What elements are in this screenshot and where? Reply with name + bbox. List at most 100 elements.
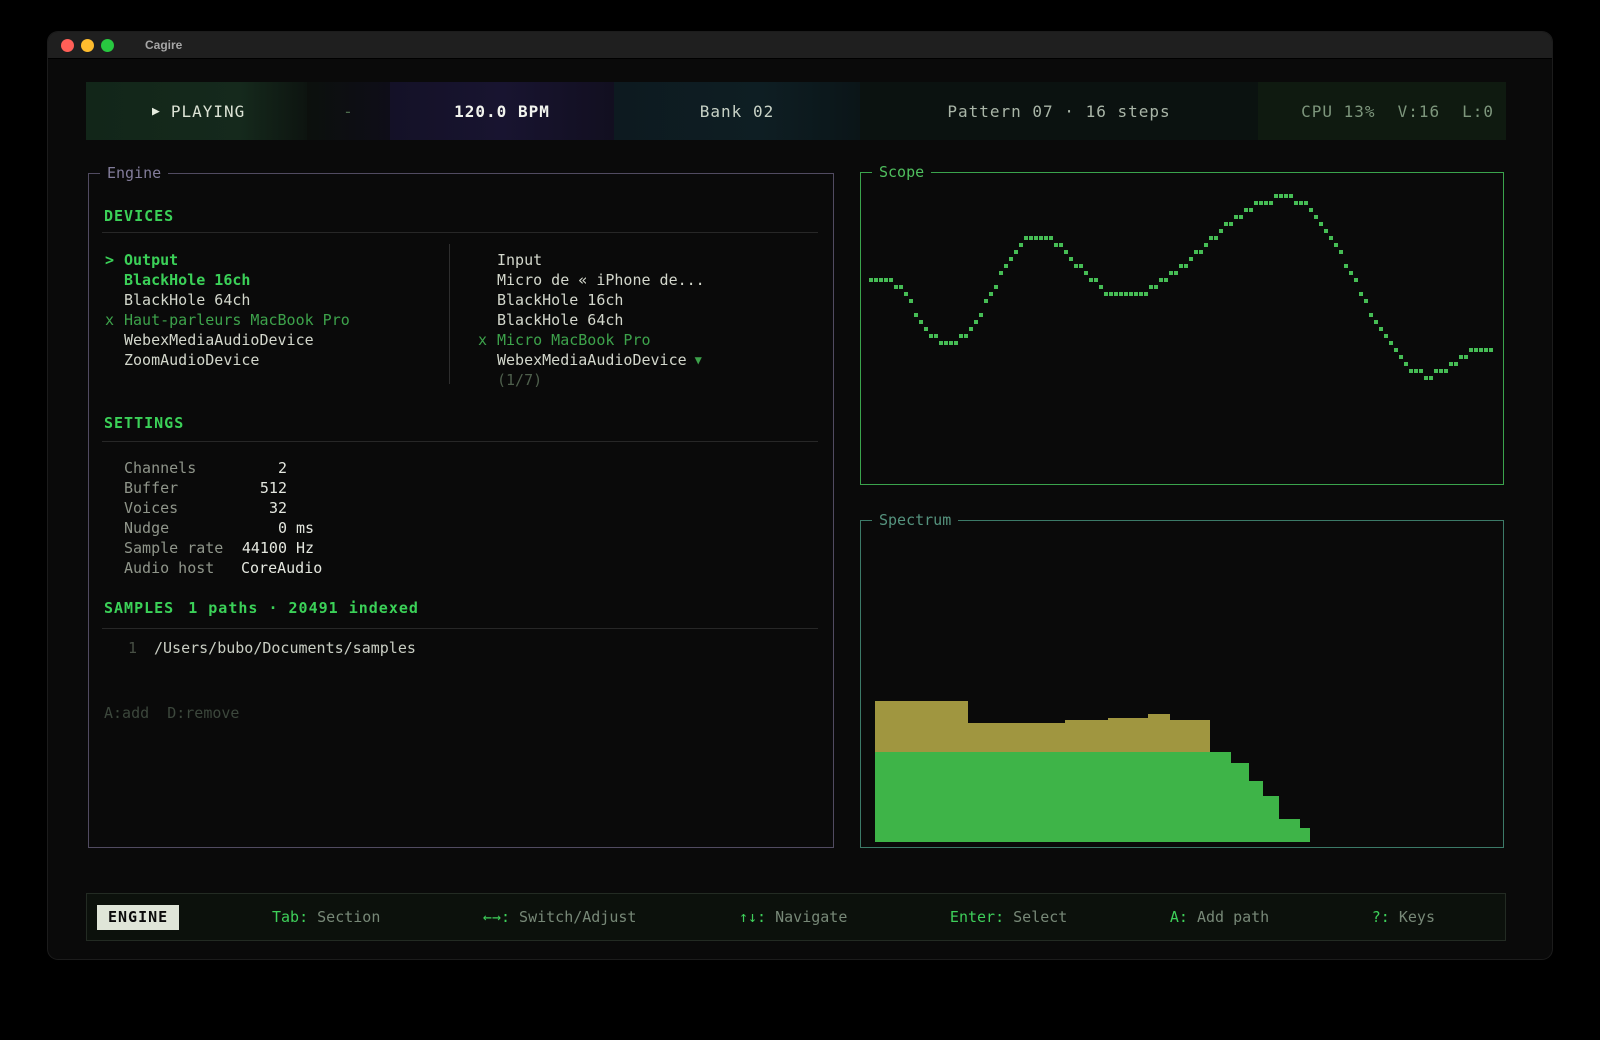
device-item[interactable]: BlackHole 64ch: [105, 290, 450, 310]
samples-summary: 1 paths · 20491 indexed: [188, 599, 419, 617]
device-active-marker: [478, 310, 497, 330]
hint-key: Tab:: [272, 908, 308, 926]
spectrum-green-band: [1230, 763, 1249, 842]
device-active-marker: [105, 270, 124, 290]
selection-caret: >: [105, 250, 124, 270]
spectrum-green-band: [1065, 752, 1108, 842]
setting-row[interactable]: Buffer512: [124, 478, 544, 498]
device-item[interactable]: Micro de « iPhone de...: [478, 270, 823, 290]
setting-row[interactable]: Audio hostCoreAudio: [124, 558, 544, 578]
traffic-lights: [48, 39, 121, 52]
key-hint: A: Add path: [1170, 908, 1269, 926]
samples-heading-row: SAMPLES 1 paths · 20491 indexed: [104, 599, 419, 617]
zoom-window-button[interactable]: [101, 39, 114, 52]
spectrum-olive-band: [875, 701, 968, 752]
voice-count: V:16: [1398, 102, 1441, 121]
scope-waveform: [861, 173, 1503, 484]
hint-key: ↑↓:: [739, 908, 766, 926]
spectrum-olive-band: [967, 723, 1066, 752]
input-column-header[interactable]: Input: [478, 250, 823, 270]
device-active-marker: [478, 290, 497, 310]
device-item[interactable]: BlackHole 16ch: [105, 270, 450, 290]
scroll-down-icon: ▼: [695, 350, 702, 370]
device-item[interactable]: xMicro MacBook Pro: [478, 330, 823, 350]
setting-row[interactable]: Voices32: [124, 498, 544, 518]
output-device-list: >OutputBlackHole 16chBlackHole 64chxHaut…: [105, 250, 450, 370]
path-text: /Users/bubo/Documents/samples: [154, 639, 416, 657]
samples-heading: SAMPLES: [104, 599, 174, 617]
setting-value: 2: [241, 458, 287, 478]
hint-label: Add path: [1188, 908, 1269, 926]
hint-label: Keys: [1390, 908, 1435, 926]
device-item[interactable]: WebexMediaAudioDevice ▼: [478, 350, 823, 370]
mode-badge: ENGINE: [97, 905, 179, 930]
device-item[interactable]: ZoomAudioDevice: [105, 350, 450, 370]
spectrum-green-band: [1263, 796, 1279, 842]
device-active-marker: [105, 290, 124, 310]
transport-status-label: PLAYING: [171, 102, 245, 121]
spectrum-green-band: [1170, 752, 1210, 842]
minimize-window-button[interactable]: [81, 39, 94, 52]
devices-divider: [102, 232, 818, 233]
spectrum-olive-band: [1148, 714, 1170, 752]
spectrum-green-band: [1300, 828, 1310, 842]
close-window-button[interactable]: [61, 39, 74, 52]
key-hint: Enter: Select: [950, 908, 1067, 926]
bank-display: Bank 02: [614, 82, 860, 140]
device-item[interactable]: BlackHole 16ch: [478, 290, 823, 310]
output-column-header[interactable]: >Output: [105, 250, 450, 270]
hint-key: ←→:: [483, 908, 510, 926]
device-active-marker: x: [478, 330, 497, 350]
status-bar: ENGINE Tab: Section←→: Switch/Adjust↑↓: …: [86, 893, 1506, 941]
device-active-marker: x: [105, 310, 124, 330]
setting-value: 512: [241, 478, 287, 498]
settings-divider: [102, 441, 818, 442]
setting-value: 32: [241, 498, 287, 518]
device-item[interactable]: xHaut-parleurs MacBook Pro: [105, 310, 450, 330]
app-window: Cagire ▶ PLAYING - 120.0 BPM Bank 02 Pat…: [48, 32, 1552, 959]
device-active-marker: [478, 270, 497, 290]
setting-label: Sample rate: [124, 538, 241, 558]
hint-label: Navigate: [766, 908, 847, 926]
setting-row[interactable]: Channels2: [124, 458, 544, 478]
setting-row[interactable]: Sample rate44100Hz: [124, 538, 544, 558]
device-item[interactable]: BlackHole 64ch: [478, 310, 823, 330]
device-name: WebexMediaAudioDevice: [124, 330, 314, 350]
spectrum-olive-band: [1108, 718, 1148, 752]
engine-panel: Engine DEVICES >OutputBlackHole 16chBlac…: [88, 173, 834, 848]
setting-value: 0: [241, 518, 287, 538]
setting-label: Nudge: [124, 518, 241, 538]
setting-unit: Hz: [296, 538, 314, 558]
key-hint: Tab: Section: [272, 908, 380, 926]
device-name: WebexMediaAudioDevice: [497, 350, 687, 370]
spectrum-green-band: [1279, 819, 1300, 842]
device-item[interactable]: WebexMediaAudioDevice: [105, 330, 450, 350]
settings-list: Channels2Buffer512Voices32Nudge0msSample…: [124, 458, 544, 578]
device-columns-divider: [449, 244, 450, 384]
input-device-list: InputMicro de « iPhone de...BlackHole 16…: [478, 250, 823, 390]
hint-key: ?:: [1372, 908, 1390, 926]
sample-path-row[interactable]: 1/Users/bubo/Documents/samples: [128, 639, 416, 657]
path-index: 1: [128, 639, 154, 657]
device-name: Micro MacBook Pro: [497, 330, 651, 350]
spectrum-panel: Spectrum: [860, 520, 1504, 848]
device-name: BlackHole 16ch: [497, 290, 623, 310]
device-name: BlackHole 16ch: [124, 270, 250, 290]
hint-key: Enter:: [950, 908, 1004, 926]
samples-keys-hint: A:add D:remove: [104, 704, 239, 722]
key-hint: ↑↓: Navigate: [739, 908, 847, 926]
latency-value: L:0: [1462, 102, 1494, 121]
selection-caret: [478, 250, 497, 270]
setting-row[interactable]: Nudge0ms: [124, 518, 544, 538]
devices-heading: DEVICES: [104, 207, 174, 225]
spectrum-bars: [875, 521, 1489, 842]
engine-panel-label: Engine: [100, 164, 168, 182]
setting-label: Channels: [124, 458, 241, 478]
device-name: BlackHole 64ch: [497, 310, 623, 330]
transport-status: ▶ PLAYING: [86, 82, 307, 140]
hint-label: Select: [1004, 908, 1067, 926]
setting-label: Audio host: [124, 558, 241, 578]
hint-label: Section: [308, 908, 380, 926]
spectrum-green-band: [1210, 752, 1231, 842]
spectrum-green-band: [1248, 781, 1263, 842]
